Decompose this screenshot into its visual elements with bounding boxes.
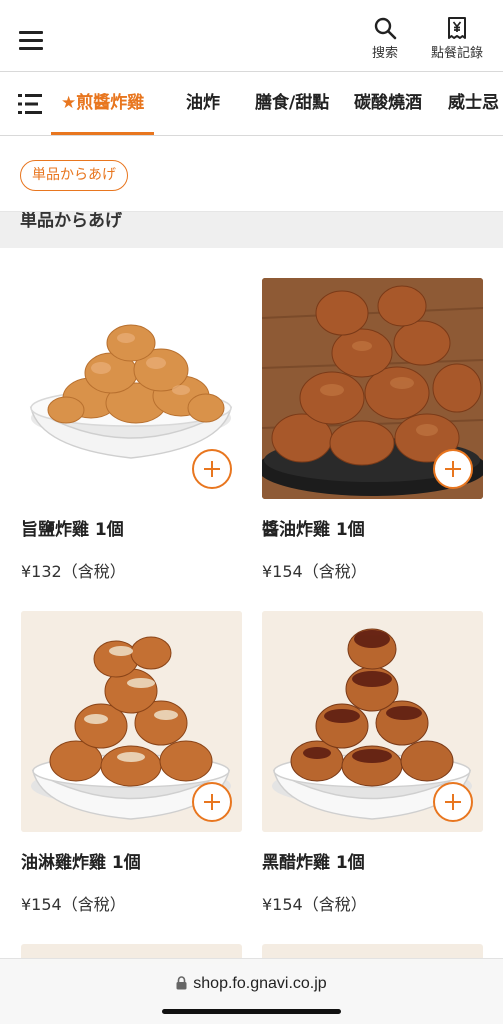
order-history-button[interactable]: 點餐記錄 bbox=[427, 16, 487, 61]
url-text: shop.fo.gnavi.co.jp bbox=[193, 975, 327, 992]
filter-bar: 単品からあげ bbox=[0, 137, 503, 212]
filter-chip-single-karaage[interactable]: 単品からあげ bbox=[20, 160, 128, 191]
tab-whisky[interactable]: 威士忌 bbox=[448, 72, 499, 135]
menu-icon[interactable] bbox=[19, 31, 43, 50]
search-label: 搜索 bbox=[371, 46, 398, 61]
top-header: 搜索 點餐記錄 bbox=[0, 0, 503, 72]
product-card[interactable]: 醬油炸雞 1個 ¥154（含稅） bbox=[262, 278, 484, 581]
section-header: 単品からあげ bbox=[0, 212, 503, 248]
browser-address-bar[interactable]: shop.fo.gnavi.co.jp bbox=[0, 958, 503, 1024]
section-title: 単品からあげ bbox=[20, 212, 122, 231]
product-card[interactable]: 油淋雞炸雞 1個 ¥154（含稅） bbox=[21, 611, 243, 914]
product-name: 旨鹽炸雞 1個 bbox=[21, 520, 124, 540]
product-name: 油淋雞炸雞 1個 bbox=[21, 853, 141, 873]
product-image[interactable] bbox=[21, 278, 242, 499]
home-indicator[interactable] bbox=[162, 1009, 341, 1014]
lock-icon bbox=[176, 976, 187, 990]
product-image[interactable] bbox=[262, 611, 483, 832]
tab-meals-desserts[interactable]: 膳食/甜點 bbox=[255, 72, 329, 135]
product-name: 黑醋炸雞 1個 bbox=[262, 853, 365, 873]
add-to-cart-button[interactable] bbox=[192, 782, 232, 822]
tab-shochu-highball[interactable]: 碳酸燒酒 bbox=[354, 72, 422, 135]
product-image[interactable] bbox=[262, 278, 483, 499]
tab-fried[interactable]: 油炸 bbox=[186, 72, 220, 135]
url-display[interactable]: shop.fo.gnavi.co.jp bbox=[0, 975, 503, 993]
category-tabs: ★煎醬炸雞 油炸 膳食/甜點 碳酸燒酒 威士忌 bbox=[0, 72, 503, 136]
search-button[interactable]: 搜索 bbox=[355, 16, 415, 61]
search-icon bbox=[374, 17, 397, 40]
tab-fried-chicken-sauce[interactable]: ★煎醬炸雞 bbox=[50, 72, 155, 135]
product-card[interactable]: 黑醋炸雞 1個 ¥154（含稅） bbox=[262, 611, 484, 914]
product-price: ¥132（含稅） bbox=[21, 562, 126, 581]
product-image[interactable] bbox=[21, 611, 242, 832]
receipt-yen-icon bbox=[448, 17, 466, 39]
product-card[interactable]: 旨鹽炸雞 1個 ¥132（含稅） bbox=[21, 278, 243, 581]
add-to-cart-button[interactable] bbox=[433, 782, 473, 822]
product-price: ¥154（含稅） bbox=[262, 895, 367, 914]
product-price: ¥154（含稅） bbox=[262, 562, 367, 581]
add-to-cart-button[interactable] bbox=[433, 449, 473, 489]
product-price: ¥154（含稅） bbox=[21, 895, 126, 914]
order-history-label: 點餐記錄 bbox=[430, 46, 483, 61]
product-name: 醬油炸雞 1個 bbox=[262, 520, 365, 540]
add-to-cart-button[interactable] bbox=[192, 449, 232, 489]
category-list-icon[interactable] bbox=[18, 93, 42, 115]
